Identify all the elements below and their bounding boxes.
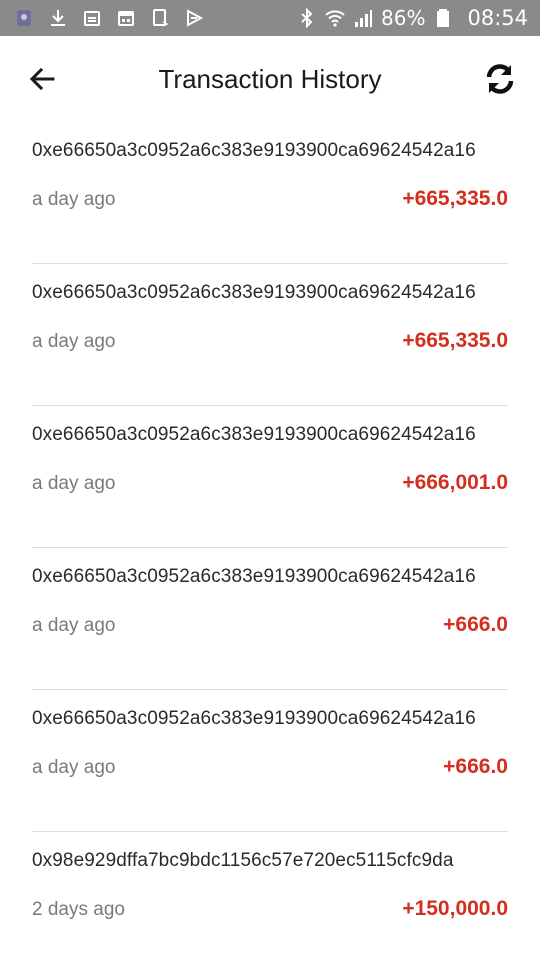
status-bar-notifications	[14, 8, 204, 28]
transaction-time: a day ago	[32, 757, 116, 778]
status-time: 08:54	[467, 6, 528, 30]
transaction-amount: +665,335.0	[402, 329, 508, 352]
transaction-hash: 0xe66650a3c0952a6c383e9193900ca69624542a…	[32, 708, 476, 729]
list-item[interactable]: 0xe66650a3c0952a6c383e9193900ca69624542a…	[32, 548, 508, 690]
transaction-hash: 0xe66650a3c0952a6c383e9193900ca69624542a…	[32, 140, 476, 161]
transaction-time: a day ago	[32, 473, 116, 494]
calendar-icon	[82, 8, 102, 28]
transaction-amount: +150,000.0	[402, 897, 508, 920]
transaction-hash: 0xe66650a3c0952a6c383e9193900ca69624542a…	[32, 424, 476, 445]
battery-percent: 86%	[381, 6, 426, 30]
screen-icon	[150, 8, 170, 28]
transaction-list: 0xe66650a3c0952a6c383e9193900ca69624542a…	[32, 122, 508, 960]
battery-icon	[433, 8, 453, 28]
transaction-time: 2 days ago	[32, 899, 125, 920]
list-item[interactable]: 0xe66650a3c0952a6c383e9193900ca69624542a…	[32, 690, 508, 832]
list-item[interactable]: 0xe66650a3c0952a6c383e9193900ca69624542a…	[32, 406, 508, 548]
arrow-left-icon	[29, 67, 55, 91]
refresh-button[interactable]	[478, 57, 522, 101]
list-item[interactable]: 0xe66650a3c0952a6c383e9193900ca69624542a…	[32, 264, 508, 406]
play-icon	[184, 8, 204, 28]
transaction-time: a day ago	[32, 615, 116, 636]
app-icon	[14, 8, 34, 28]
transaction-hash: 0x98e929dffa7bc9bdc1156c57e720ec5115cfc9…	[32, 850, 454, 871]
wifi-icon	[325, 8, 345, 28]
transaction-time: a day ago	[32, 331, 116, 352]
page-title: Transaction History	[158, 63, 382, 94]
refresh-icon	[486, 64, 514, 94]
transaction-amount: +666,001.0	[402, 471, 508, 494]
app-bar: Transaction History	[0, 36, 540, 122]
transaction-time: a day ago	[32, 189, 116, 210]
bluetooth-icon	[297, 8, 317, 28]
transaction-amount: +666.0	[443, 613, 508, 636]
back-button[interactable]	[22, 59, 62, 99]
calendar-icon	[116, 8, 136, 28]
download-icon	[48, 8, 68, 28]
status-bar: 86% 08:54	[0, 0, 540, 36]
transaction-amount: +665,335.0	[402, 187, 508, 210]
transaction-hash: 0xe66650a3c0952a6c383e9193900ca69624542a…	[32, 566, 476, 587]
list-item[interactable]: 0x98e929dffa7bc9bdc1156c57e720ec5115cfc9…	[32, 832, 508, 960]
transaction-hash: 0xe66650a3c0952a6c383e9193900ca69624542a…	[32, 282, 476, 303]
transaction-amount: +666.0	[443, 755, 508, 778]
list-item[interactable]: 0xe66650a3c0952a6c383e9193900ca69624542a…	[32, 122, 508, 264]
signal-icon	[353, 8, 373, 28]
status-bar-system: 86% 08:54	[297, 6, 528, 30]
